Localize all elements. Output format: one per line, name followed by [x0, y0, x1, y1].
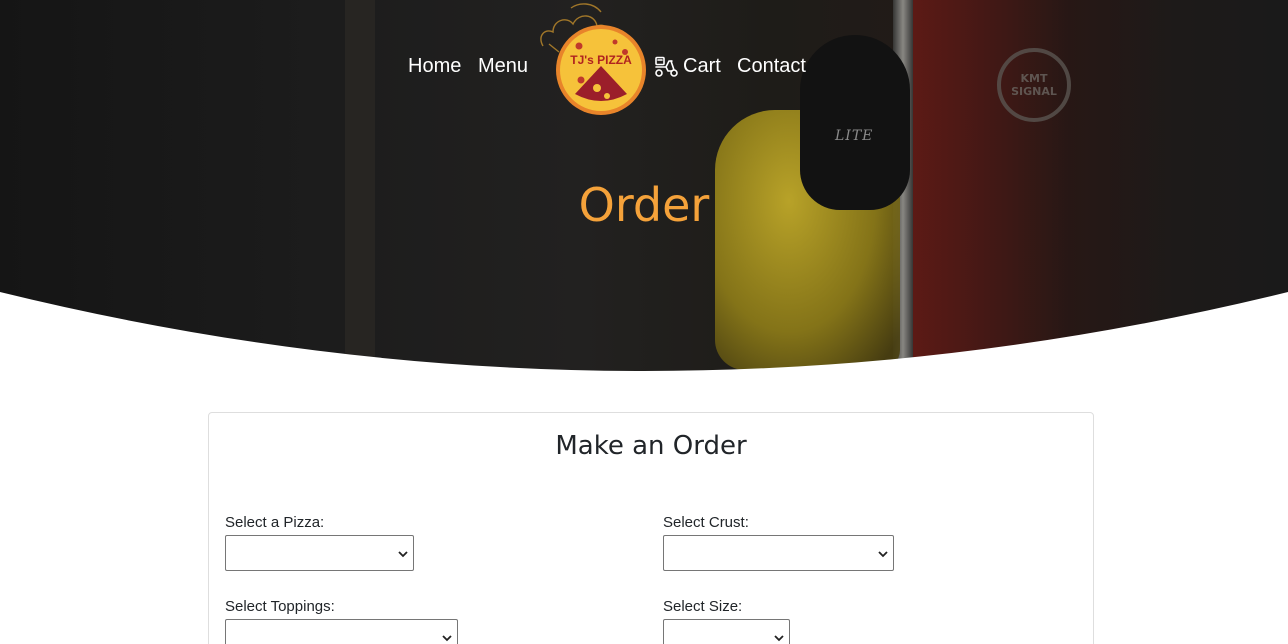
nav-menu-link[interactable]: Menu [478, 55, 528, 78]
toppings-select[interactable] [225, 619, 458, 644]
order-form-card: Make an Order Select a Pizza: Select Cru… [208, 412, 1094, 644]
logo-slice-cheese [593, 84, 601, 92]
nav-home-link[interactable]: Home [408, 55, 461, 78]
hero-wave-divider [0, 292, 1288, 390]
site-logo[interactable]: TJ's PIZZA [535, 0, 655, 118]
pizza-select-label: Select a Pizza: [225, 514, 325, 531]
order-form-title: Make an Order [555, 431, 747, 461]
size-select-label: Select Size: [663, 598, 743, 615]
logo-text: TJ's PIZZA [570, 53, 632, 67]
scooter-icon [655, 56, 678, 77]
cap-print: LITE [835, 128, 874, 144]
size-select[interactable] [663, 619, 790, 644]
nav-cart-link[interactable]: Cart [654, 55, 721, 78]
crust-select[interactable] [663, 535, 894, 571]
page-title: Order [578, 178, 710, 232]
nav-contact-link[interactable]: Contact [737, 55, 806, 78]
pizza-select[interactable] [225, 535, 414, 571]
crust-select-label: Select Crust: [663, 514, 749, 531]
toppings-select-label: Select Toppings: [225, 598, 335, 615]
nav-cart-label: Cart [683, 55, 721, 77]
logo-slice-cheese-2 [604, 93, 610, 99]
